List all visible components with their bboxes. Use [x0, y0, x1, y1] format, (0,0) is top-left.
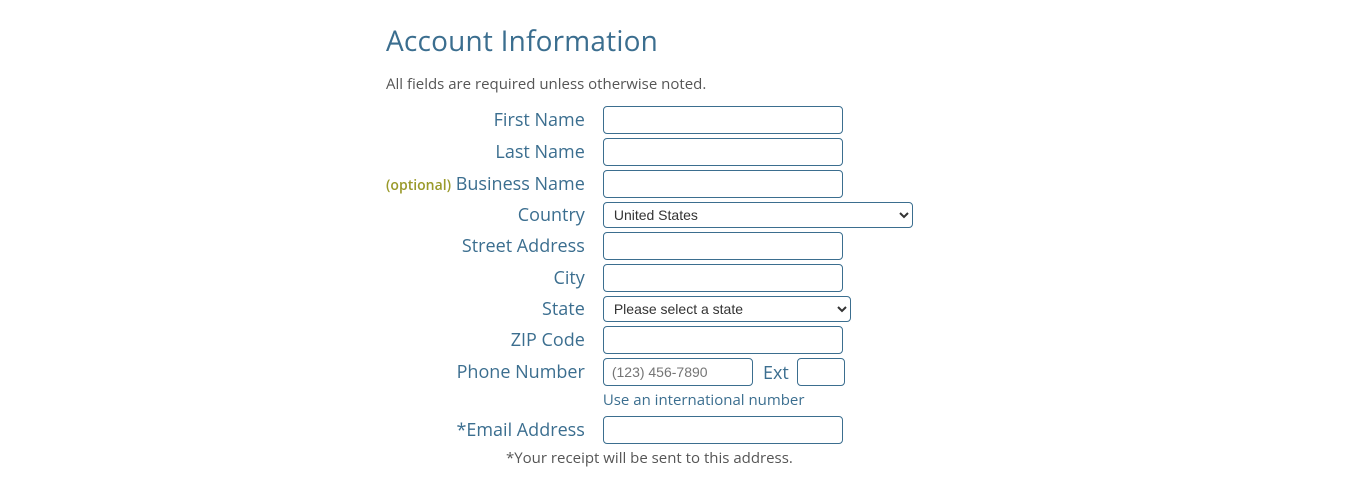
- email-input[interactable]: [603, 416, 843, 444]
- business-name-label: Business Name: [456, 172, 585, 196]
- country-label: Country: [386, 200, 603, 230]
- phone-label: Phone Number: [386, 356, 603, 388]
- street-address-label: Street Address: [386, 230, 603, 262]
- business-name-input[interactable]: [603, 170, 843, 198]
- first-name-label: First Name: [386, 104, 603, 136]
- last-name-label: Last Name: [386, 136, 603, 168]
- zip-input[interactable]: [603, 326, 843, 354]
- first-name-input[interactable]: [603, 106, 843, 134]
- section-title: Account Information: [386, 22, 946, 60]
- ext-input[interactable]: [797, 358, 845, 386]
- optional-tag: (optional): [386, 176, 451, 195]
- required-note: All fields are required unless otherwise…: [386, 74, 946, 94]
- country-select[interactable]: United States: [603, 202, 913, 228]
- ext-label: Ext: [763, 361, 789, 385]
- state-label: State: [386, 294, 603, 324]
- zip-label: ZIP Code: [386, 324, 603, 356]
- phone-input[interactable]: [603, 358, 753, 386]
- email-label: *Email Address: [386, 414, 603, 446]
- city-label: City: [386, 262, 603, 294]
- intl-number-link[interactable]: Use an international number: [603, 390, 805, 410]
- receipt-note: *Your receipt will be sent to this addre…: [506, 448, 793, 468]
- city-input[interactable]: [603, 264, 843, 292]
- street-address-input[interactable]: [603, 232, 843, 260]
- last-name-input[interactable]: [603, 138, 843, 166]
- state-select[interactable]: Please select a state: [603, 296, 851, 322]
